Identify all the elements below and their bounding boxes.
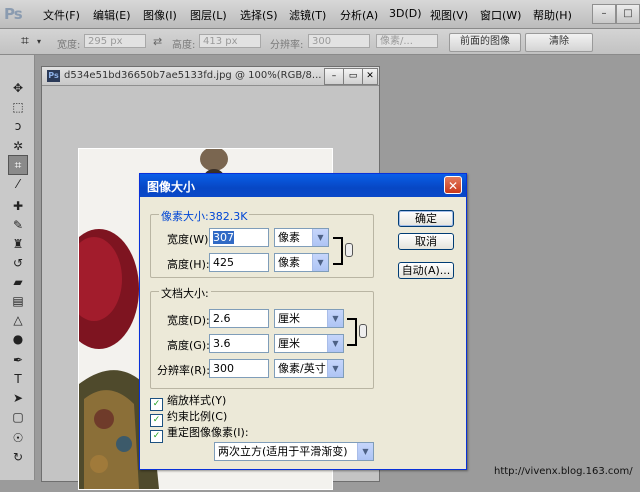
menu-help[interactable]: 帮助(H) <box>533 7 572 23</box>
chain-link-icon <box>359 324 367 338</box>
link-bracket <box>347 318 357 346</box>
shape-tool-icon[interactable]: ▢ <box>9 408 27 426</box>
dialog-titlebar[interactable]: 图像大小 ✕ <box>140 174 466 197</box>
minimize-button[interactable]: – <box>592 4 616 24</box>
pixel-dimensions-group: 像素大小:382.3K 宽度(W): 307 像素 ▼ 高度(H): 425 像… <box>150 208 374 278</box>
link-bracket <box>333 237 343 265</box>
menu-filter[interactable]: 滤镜(T) <box>289 7 326 23</box>
menu-edit[interactable]: 编辑(E) <box>93 7 131 23</box>
menu-analysis[interactable]: 分析(A) <box>340 7 378 23</box>
doc-width-label: 宽度(D): <box>167 314 210 327</box>
pixel-height-unit-select[interactable]: 像素 ▼ <box>274 253 329 272</box>
brush-tool-icon[interactable]: ✎ <box>9 216 27 234</box>
watermark-url: http://vivenx.blog.163.com/ <box>494 466 633 477</box>
chevron-down-icon: ▼ <box>327 310 343 327</box>
crop-tool-icon[interactable]: ⌗ <box>8 155 28 175</box>
3d-orbit-tool-icon[interactable]: ↻ <box>9 448 27 466</box>
resolution-unit-select[interactable]: 像素/英寸 ▼ <box>274 359 344 378</box>
document-title: d534e51bd36650b7ae5133fd.jpg @ 100%(RGB/… <box>64 70 322 81</box>
pixel-height-input[interactable]: 425 <box>209 253 269 272</box>
toolbox: ✥ ⬚ ↄ ✲ ⌗ ⁄ ✚ ✎ ♜ ↺ ▰ ▤ △ ● ✒ T ➤ ▢ ☉ ↻ <box>0 55 35 480</box>
menu-select[interactable]: 选择(S) <box>240 7 278 23</box>
resolution-label: 分辨率: <box>270 40 304 51</box>
tool-preset-dropdown-icon[interactable]: ▾ <box>37 37 41 46</box>
chevron-down-icon: ▼ <box>312 254 328 271</box>
gradient-tool-icon[interactable]: ▤ <box>9 292 27 310</box>
pen-tool-icon[interactable]: ✒ <box>9 351 27 369</box>
pixel-dimensions-label: 像素大小:382.3K <box>159 208 250 224</box>
chain-link-icon <box>345 243 353 257</box>
width-label: 宽度: <box>57 40 81 51</box>
document-size-label: 文档大小: <box>159 285 211 301</box>
doc-width-unit-select[interactable]: 厘米 ▼ <box>274 309 344 328</box>
type-tool-icon[interactable]: T <box>9 370 27 388</box>
eraser-tool-icon[interactable]: ▰ <box>9 273 27 291</box>
front-image-button[interactable]: 前面的图像 <box>449 33 521 52</box>
image-size-dialog: 图像大小 ✕ 像素大小:382.3K 宽度(W): 307 像素 ▼ 高度(H)… <box>139 173 467 470</box>
resolution-label: 分辨率(R): <box>157 364 210 377</box>
dialog-title: 图像大小 <box>147 180 196 194</box>
path-selection-tool-icon[interactable]: ➤ <box>9 389 27 407</box>
dodge-tool-icon[interactable]: ● <box>9 330 27 348</box>
menu-file[interactable]: 文件(F) <box>43 7 80 23</box>
document-titlebar[interactable]: Ps d534e51bd36650b7ae5133fd.jpg @ 100%(R… <box>42 67 379 86</box>
width-input[interactable]: 295 px <box>84 34 146 48</box>
resample-method-select[interactable]: 两次立方(适用于平滑渐变) ▼ <box>214 442 374 461</box>
move-tool-icon[interactable]: ✥ <box>9 79 27 97</box>
pixel-width-label: 宽度(W): <box>167 233 213 246</box>
pixel-width-unit-select[interactable]: 像素 ▼ <box>274 228 329 247</box>
3d-rotate-tool-icon[interactable]: ☉ <box>9 429 27 447</box>
options-bar: ⌗ ▾ 宽度: 295 px ⇄ 高度: 413 px 分辨率: 300 像素/… <box>0 29 640 55</box>
doc-maximize-button[interactable]: ▭ <box>343 68 363 85</box>
menu-view[interactable]: 视图(V) <box>430 7 468 23</box>
ok-button[interactable]: 确定 <box>398 210 454 227</box>
resolution-input[interactable]: 300 <box>209 359 269 378</box>
marquee-tool-icon[interactable]: ⬚ <box>9 98 27 116</box>
menu-3d[interactable]: 3D(D) <box>389 7 422 20</box>
close-button[interactable]: ✕ <box>444 176 462 194</box>
menu-window[interactable]: 窗口(W) <box>480 7 521 23</box>
doc-width-input[interactable]: 2.6 <box>209 309 269 328</box>
history-brush-tool-icon[interactable]: ↺ <box>9 254 27 272</box>
lasso-tool-icon[interactable]: ↄ <box>9 117 27 135</box>
checkmark-icon: ✓ <box>150 430 163 443</box>
chevron-down-icon: ▼ <box>327 335 343 352</box>
chevron-down-icon: ▼ <box>327 360 343 377</box>
menu-image[interactable]: 图像(I) <box>143 7 177 23</box>
height-label: 高度: <box>172 40 196 51</box>
document-size-group: 文档大小: 宽度(D): 2.6 厘米 ▼ 高度(G): 3.6 厘米 ▼ 分辨… <box>150 285 374 389</box>
blur-tool-icon[interactable]: △ <box>9 311 27 329</box>
resolution-unit-select[interactable]: 像素/... <box>376 34 438 48</box>
height-input[interactable]: 413 px <box>199 34 261 48</box>
magic-wand-tool-icon[interactable]: ✲ <box>9 137 27 155</box>
cancel-button[interactable]: 取消 <box>398 233 454 250</box>
photoshop-document-icon: Ps <box>47 70 60 82</box>
swap-icon[interactable]: ⇄ <box>153 35 162 48</box>
doc-height-label: 高度(G): <box>167 339 210 352</box>
resample-image-checkbox[interactable]: ✓ 重定图像像素(I): <box>150 424 249 443</box>
photoshop-logo: Ps <box>4 5 23 23</box>
chevron-down-icon: ▼ <box>312 229 328 246</box>
eyedropper-tool-icon[interactable]: ⁄ <box>9 175 27 193</box>
menu-bar: Ps 文件(F) 编辑(E) 图像(I) 图层(L) 选择(S) 滤镜(T) 分… <box>0 0 640 29</box>
doc-height-input[interactable]: 3.6 <box>209 334 269 353</box>
pixel-width-input[interactable]: 307 <box>209 228 269 247</box>
pixel-height-label: 高度(H): <box>167 258 210 271</box>
healing-brush-tool-icon[interactable]: ✚ <box>9 197 27 215</box>
resolution-input[interactable]: 300 <box>308 34 370 48</box>
auto-button[interactable]: 自动(A)... <box>398 262 454 279</box>
menu-layer[interactable]: 图层(L) <box>190 7 227 23</box>
crop-tool-icon[interactable]: ⌗ <box>17 33 33 49</box>
maximize-button[interactable]: □ <box>616 4 640 24</box>
chevron-down-icon: ▼ <box>357 443 373 460</box>
doc-close-button[interactable]: ✕ <box>362 68 378 85</box>
clear-button[interactable]: 清除 <box>525 33 593 52</box>
doc-minimize-button[interactable]: – <box>324 68 344 85</box>
clone-stamp-tool-icon[interactable]: ♜ <box>9 235 27 253</box>
doc-height-unit-select[interactable]: 厘米 ▼ <box>274 334 344 353</box>
